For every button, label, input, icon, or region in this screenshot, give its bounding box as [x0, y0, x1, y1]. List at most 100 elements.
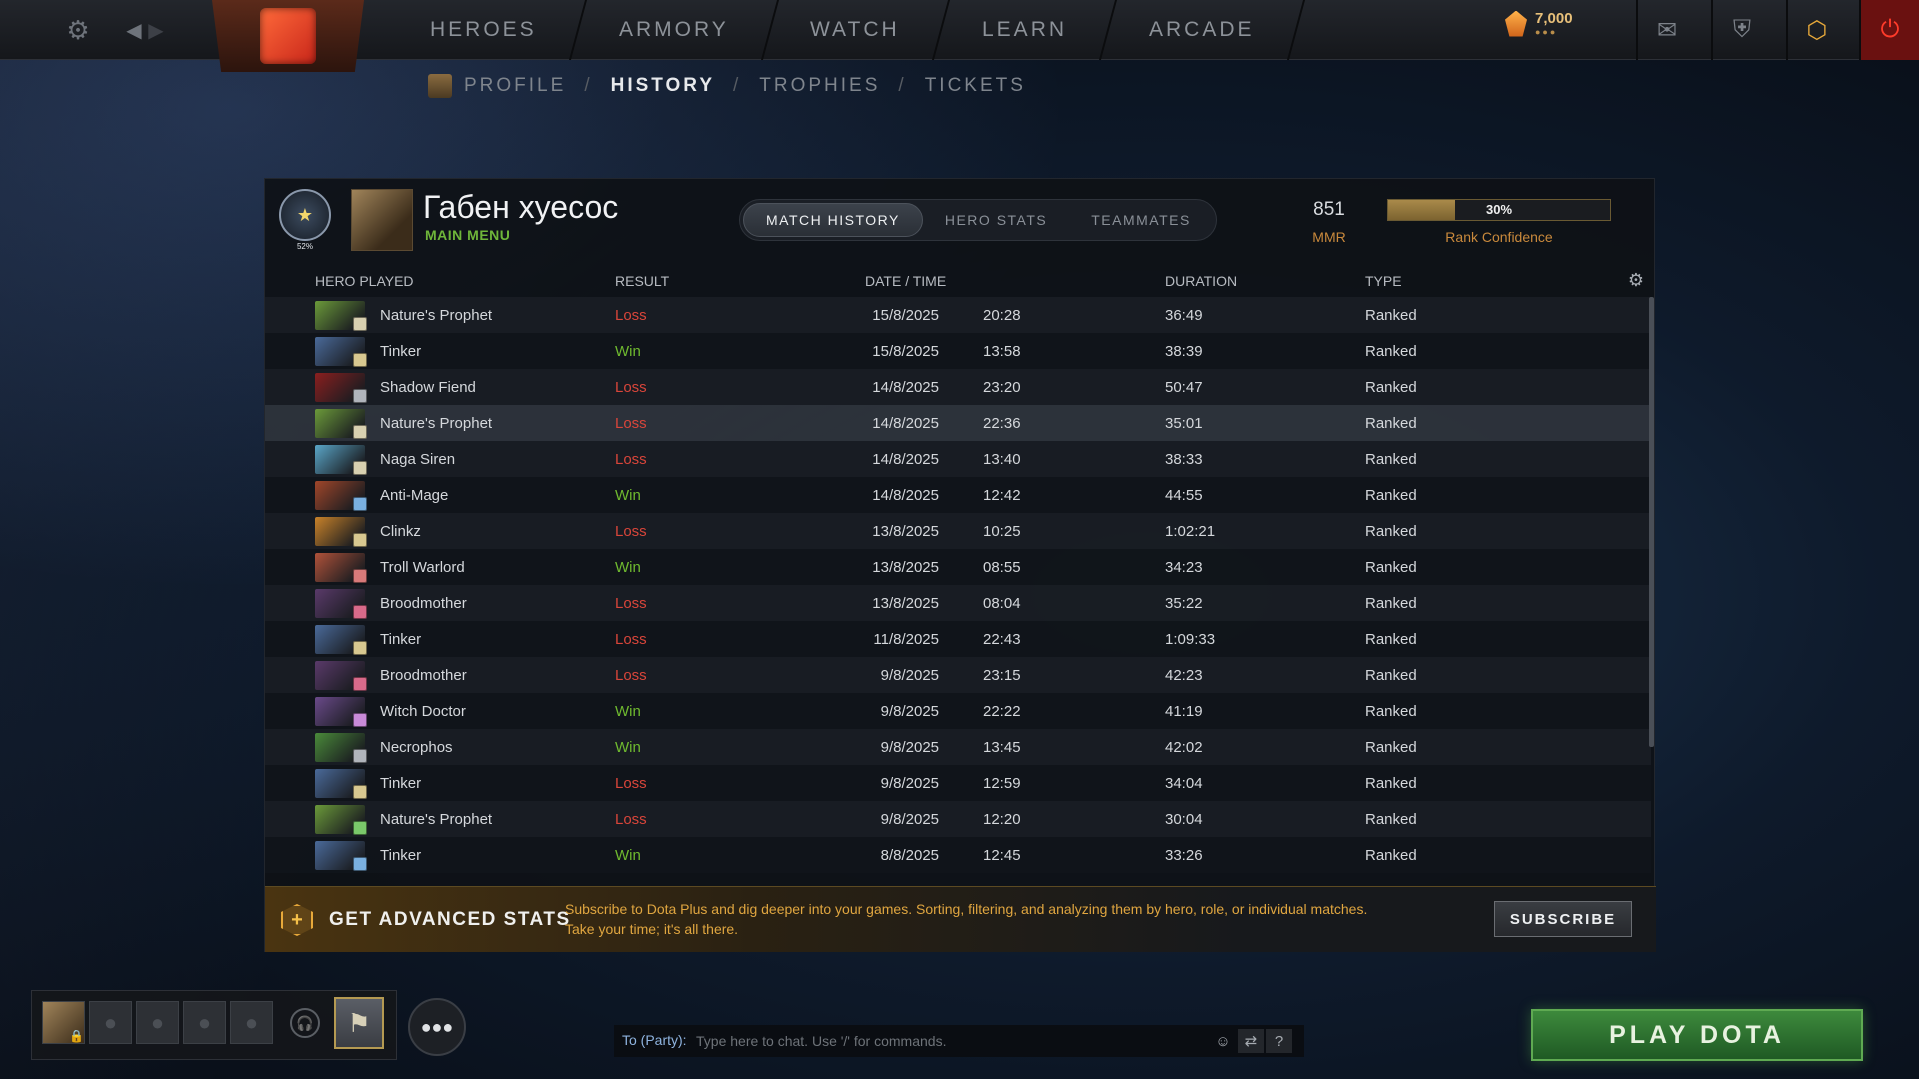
main-nav: HEROES ARMORY WATCH LEARN ARCADE	[381, 0, 1305, 60]
role-badge-icon	[353, 317, 367, 331]
match-result: Loss	[615, 775, 647, 792]
person-silhouette-icon: ●	[197, 1009, 212, 1035]
mail-button[interactable]: ✉	[1636, 0, 1696, 60]
column-result[interactable]: RESULT	[615, 273, 669, 289]
table-header: HERO PLAYED RESULT DATE / TIME DURATION …	[265, 261, 1656, 297]
table-row[interactable]: Naga Siren Loss 14/8/2025 13:40 38:33 Ranked	[265, 441, 1651, 477]
shards-balance[interactable]: 7,000 ●●●	[1505, 10, 1573, 37]
role-badge-icon	[353, 389, 367, 403]
table-row[interactable]: Tinker Win 15/8/2025 13:58 38:39 Ranked	[265, 333, 1651, 369]
column-duration[interactable]: DURATION	[1165, 273, 1237, 289]
table-row[interactable]: Nature's Prophet Loss 15/8/2025 20:28 36:49 R…	[265, 297, 1651, 333]
shield-sword-icon: ⛨	[1733, 16, 1751, 43]
dota-plus-button[interactable]: ⬡	[1786, 0, 1846, 60]
shards-value: 7,000	[1535, 10, 1573, 27]
hero-name: Nature's Prophet	[380, 415, 493, 432]
forward-arrow-icon[interactable]: ▶	[138, 12, 174, 48]
tab-hero-stats[interactable]: HERO STATS	[923, 203, 1069, 237]
dota-logo-button[interactable]	[212, 0, 364, 72]
match-list-scrollbar[interactable]	[1649, 297, 1654, 747]
player-name: Габен хуесос	[423, 189, 619, 225]
table-row[interactable]: Anti-Mage Win 14/8/2025 12:42 44:55 Ranked	[265, 477, 1651, 513]
match-result: Win	[615, 487, 641, 504]
match-time: 22:43	[983, 631, 1021, 648]
table-row[interactable]: Troll Warlord Win 13/8/2025 08:55 34:23 Ranke…	[265, 549, 1651, 585]
hero-name: Broodmother	[380, 667, 467, 684]
party-slot-empty[interactable]: ●	[183, 1001, 226, 1044]
match-time: 08:04	[983, 595, 1021, 612]
rank-confidence-value: 30%	[1485, 202, 1513, 217]
nav-learn[interactable]: LEARN	[934, 0, 1118, 60]
person-silhouette-icon: ●	[103, 1009, 118, 1035]
match-duration: 1:02:21	[1165, 523, 1216, 540]
role-badge-icon	[353, 533, 367, 547]
match-duration: 36:49	[1165, 307, 1203, 324]
subscribe-button[interactable]: SUBSCRIBE	[1494, 901, 1632, 937]
play-dota-button[interactable]: PLAY DOTA	[1531, 1009, 1863, 1061]
subnav-profile[interactable]: PROFILE	[464, 75, 566, 97]
table-row[interactable]: Shadow Fiend Loss 14/8/2025 23:20 50:47 Ranke…	[265, 369, 1651, 405]
chat-input[interactable]	[696, 1029, 1216, 1053]
player-avatar[interactable]	[351, 189, 413, 251]
hero-name: Tinker	[380, 631, 422, 648]
table-row[interactable]: Nature's Prophet Loss 14/8/2025 22:36 35:01 R…	[265, 405, 1651, 441]
match-type: Ranked	[1365, 307, 1417, 324]
profile-subnav: PROFILE / HISTORY / TROPHIES / TICKETS	[428, 74, 1026, 98]
rank-medal[interactable]: ★ 52%	[279, 189, 331, 251]
match-duration: 44:55	[1165, 487, 1203, 504]
party-slot-empty[interactable]: ●	[230, 1001, 273, 1044]
nav-arcade[interactable]: ARCADE	[1101, 0, 1305, 60]
settings-gear-icon[interactable]: ⚙	[60, 12, 96, 48]
translate-icon[interactable]: ⇄	[1238, 1029, 1264, 1053]
match-date: 15/8/2025	[872, 307, 939, 324]
table-row[interactable]: Necrophos Win 9/8/2025 13:45 42:02 Ranked	[265, 729, 1651, 765]
armory-battle-button[interactable]: ⛨	[1711, 0, 1771, 60]
nav-heroes[interactable]: HEROES	[381, 0, 587, 60]
party-slot-self[interactable]: 🔒	[42, 1001, 85, 1044]
match-date: 11/8/2025	[873, 631, 939, 648]
quit-button[interactable]: ⏻	[1859, 0, 1919, 60]
voice-chat-headset-icon[interactable]: 🎧	[290, 1008, 320, 1038]
promo-title: GET ADVANCED STATS	[329, 909, 571, 930]
role-badge-icon	[353, 461, 367, 475]
match-date: 14/8/2025	[872, 451, 939, 468]
column-type[interactable]: TYPE	[1365, 273, 1402, 289]
subnav-tickets[interactable]: TICKETS	[925, 75, 1026, 97]
hero-name: Nature's Prophet	[380, 811, 493, 828]
chat-channel-label[interactable]: To (Party):	[622, 1032, 687, 1048]
rank-medal-percent: 52%	[296, 242, 313, 251]
match-type: Ranked	[1365, 595, 1417, 612]
profile-avatar-icon	[428, 74, 452, 98]
table-row[interactable]: Nature's Prophet Loss 9/8/2025 12:20 30:04 Ra…	[265, 801, 1651, 837]
match-type: Ranked	[1365, 703, 1417, 720]
table-row[interactable]: Clinkz Loss 13/8/2025 10:25 1:02:21 Ranked	[265, 513, 1651, 549]
role-badge-icon	[353, 569, 367, 583]
guild-banner-icon[interactable]: ⚑	[334, 997, 384, 1049]
party-slot-empty[interactable]: ●	[89, 1001, 132, 1044]
tab-match-history[interactable]: MATCH HISTORY	[743, 203, 923, 237]
nav-armory[interactable]: ARMORY	[570, 0, 779, 60]
table-settings-gear-icon[interactable]: ⚙	[1628, 270, 1644, 291]
column-hero-played[interactable]: HERO PLAYED	[315, 273, 414, 289]
table-row[interactable]: Broodmother Loss 9/8/2025 23:15 42:23 Ranked	[265, 657, 1651, 693]
party-slot-empty[interactable]: ●	[136, 1001, 179, 1044]
tab-teammates[interactable]: TEAMMATES	[1069, 203, 1213, 237]
subnav-history[interactable]: HISTORY	[611, 75, 715, 97]
emoticon-icon[interactable]: ☺	[1210, 1029, 1236, 1053]
match-duration: 41:19	[1165, 703, 1203, 720]
table-row[interactable]: Broodmother Loss 13/8/2025 08:04 35:22 Ranked	[265, 585, 1651, 621]
table-row[interactable]: Witch Doctor Win 9/8/2025 22:22 41:19 Ranked	[265, 693, 1651, 729]
table-row[interactable]: Tinker Win 8/8/2025 12:45 33:26 Ranked	[265, 837, 1651, 873]
match-duration: 38:39	[1165, 343, 1203, 360]
column-date-time[interactable]: DATE / TIME	[865, 273, 946, 289]
table-row[interactable]: Tinker Loss 11/8/2025 22:43 1:09:33 Ranked	[265, 621, 1651, 657]
match-duration: 34:04	[1165, 775, 1203, 792]
table-row[interactable]: Tinker Loss 9/8/2025 12:59 34:04 Ranked	[265, 765, 1651, 801]
subnav-trophies[interactable]: TROPHIES	[759, 75, 880, 97]
lock-icon: 🔒	[69, 1028, 84, 1043]
match-date: 14/8/2025	[872, 379, 939, 396]
nav-watch[interactable]: WATCH	[762, 0, 951, 60]
match-duration: 1:09:33	[1165, 631, 1216, 648]
chat-wheel-people-icon[interactable]: ●●●	[408, 998, 466, 1056]
help-icon[interactable]: ?	[1266, 1029, 1292, 1053]
